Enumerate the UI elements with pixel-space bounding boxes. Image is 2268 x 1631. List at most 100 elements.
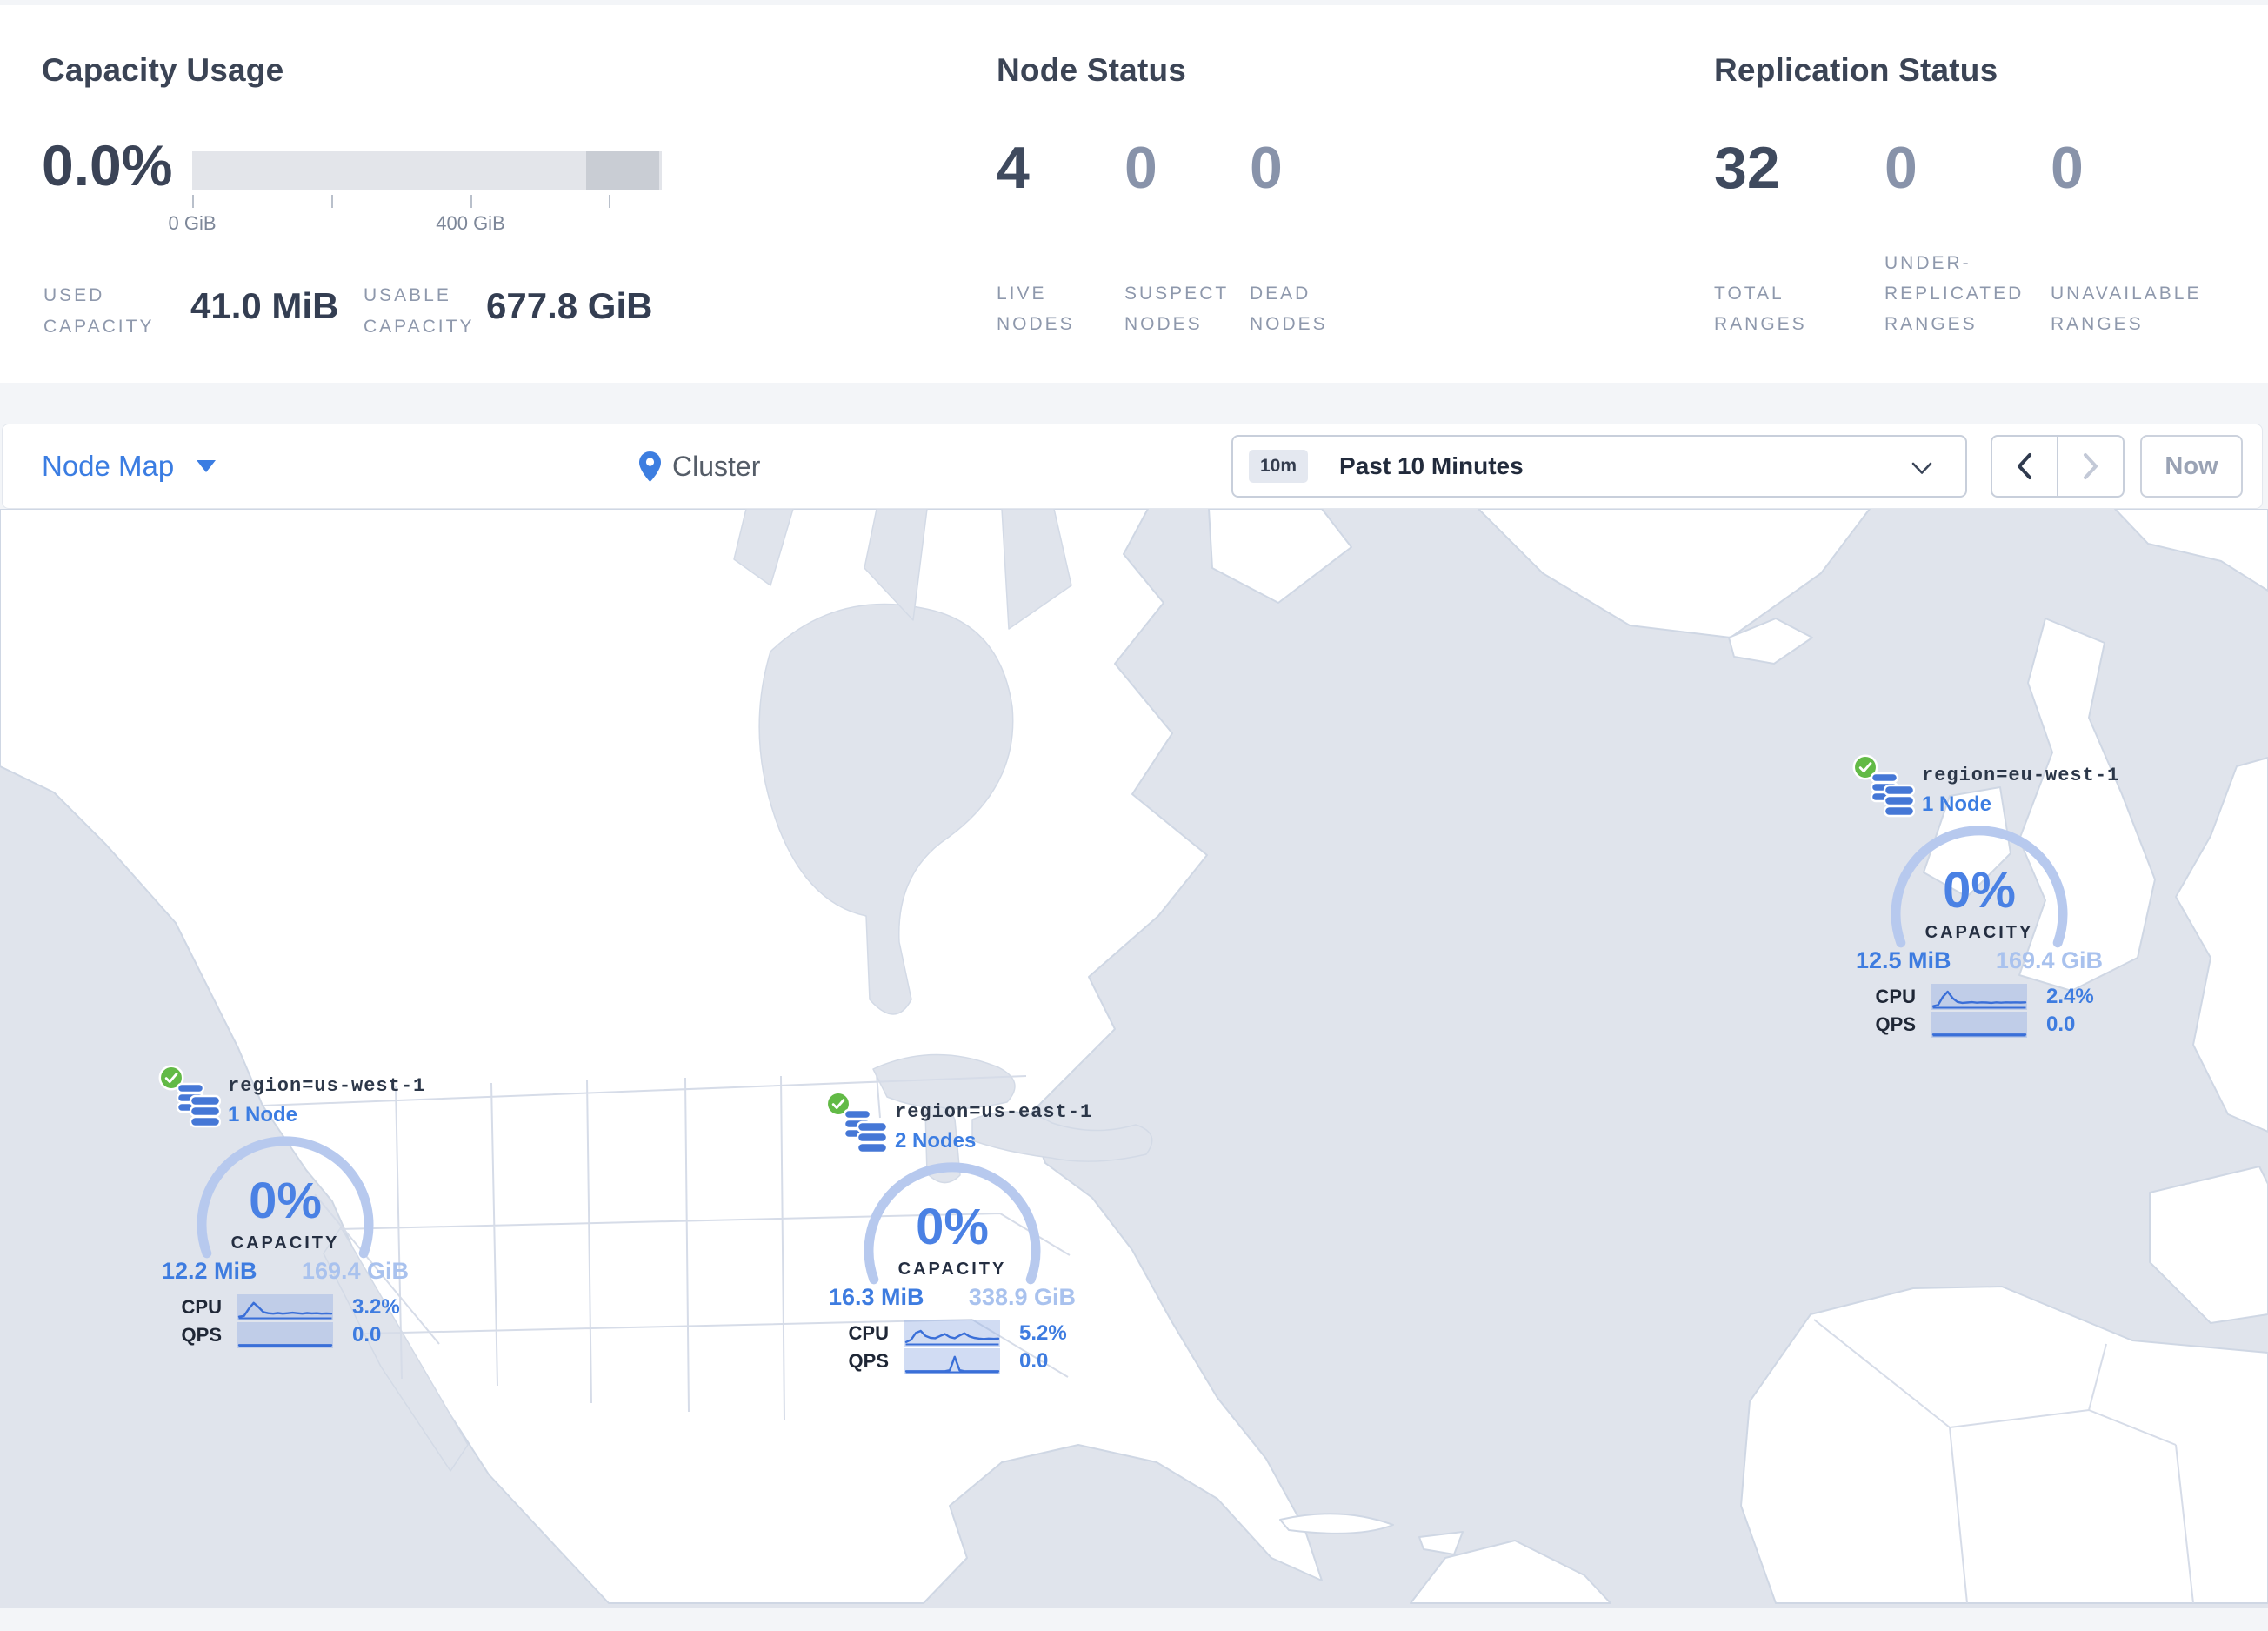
region-usable-capacity: 169.4 GiB (1995, 947, 2103, 973)
cpu-metric-row: CPU 5.2% (806, 1320, 1098, 1347)
usable-capacity-value: 677.8 GiB (486, 285, 653, 326)
region-name: region=us-west-1 (228, 1075, 426, 1097)
dead-nodes-value: 0 (1250, 135, 1283, 201)
time-pager (1991, 435, 2125, 498)
region-card-us-west-1[interactable]: region=us-west-1 1 Node 0% CAPACITY 12.2… (139, 1063, 431, 1359)
region-capacity-caption: CAPACITY (897, 1260, 1007, 1279)
used-capacity-label: USED CAPACITY (43, 285, 155, 337)
region-header: region=us-west-1 1 Node (139, 1063, 431, 1133)
cpu-value: 3.2% (352, 1295, 400, 1319)
bar-tick (609, 195, 610, 208)
region-header: region=us-east-1 2 Nodes (806, 1089, 1098, 1159)
region-node-count: 1 Node (228, 1103, 298, 1126)
breadcrumb[interactable]: Cluster (638, 424, 760, 508)
region-capacity-caption: CAPACITY (1924, 923, 2034, 942)
cpu-value: 2.4% (2046, 985, 2094, 1008)
unavailable-ranges-label: UNAVAILABLE RANGES (2051, 284, 2202, 334)
bar-tick (331, 195, 333, 208)
region-node-count: 1 Node (1922, 792, 1992, 816)
region-used-capacity: 16.3 MiB (829, 1284, 924, 1310)
total-ranges-value: 32 (1714, 135, 1780, 201)
capacity-usage-title: Capacity Usage (42, 52, 284, 88)
region-capacity-values: 12.5 MiB 169.4 GiB (1833, 947, 2125, 974)
unavailable-ranges-value: 0 (2051, 135, 2084, 201)
region-name: region=us-east-1 (895, 1101, 1093, 1123)
live-nodes-value: 4 (997, 135, 1030, 201)
time-range-label: Past 10 Minutes (1339, 452, 1524, 479)
bar-tick-label-0: 0 GiB (168, 212, 217, 234)
under-replicated-ranges-label: UNDER-REPLICATED RANGES (1884, 253, 2025, 334)
land-baffin (1208, 509, 1352, 604)
qps-metric-row: QPS 0.0 (1833, 1012, 2125, 1038)
node-status-title: Node Status (997, 52, 1187, 88)
land-norway (2114, 509, 2268, 592)
view-selector-label: Node Map (42, 450, 175, 482)
database-stack-icon (176, 1082, 221, 1128)
land-hispaniola (1418, 1531, 1464, 1555)
bar-tick-label-400: 400 GiB (436, 212, 505, 234)
time-range-badge: 10m (1249, 450, 1309, 483)
suspect-nodes-label: SUSPECT NODES (1124, 284, 1229, 334)
node-map: region=us-west-1 1 Node 0% CAPACITY 12.2… (0, 509, 2268, 1608)
capacity-percent-value: 0.0% (42, 133, 173, 197)
capacity-usage-bar (192, 151, 662, 190)
land-europe (2175, 757, 2268, 1133)
under-replicated-ranges-value: 0 (1884, 135, 1918, 201)
time-range-dropdown[interactable]: 10m Past 10 Minutes (1231, 435, 1967, 498)
usable-capacity-label: USABLE CAPACITY (364, 285, 475, 337)
chevron-right-icon (2084, 453, 2098, 479)
live-nodes-label: LIVE NODES (997, 284, 1075, 334)
dead-nodes-label: DEAD NODES (1250, 284, 1328, 334)
region-capacity-percent: 0% (1943, 862, 2016, 919)
region-card-us-east-1[interactable]: region=us-east-1 2 Nodes 0% CAPACITY 16.… (806, 1089, 1098, 1385)
chevron-down-icon (197, 460, 217, 472)
qps-sparkline (237, 1322, 333, 1348)
used-capacity-value: 41.0 MiB (190, 285, 339, 326)
chevron-down-icon (1911, 462, 1932, 474)
cpu-metric-row: CPU 2.4% (1833, 984, 2125, 1010)
cpu-metric-row: CPU 3.2% (139, 1294, 431, 1320)
cpu-sparkline (1931, 984, 2027, 1010)
view-selector-dropdown[interactable]: Node Map (42, 424, 217, 508)
cluster-overview-screen: Capacity Usage 0.0% 0 GiB 400 GiB USED C… (0, 0, 2268, 1631)
suspect-nodes-value: 0 (1124, 135, 1157, 201)
qps-metric-row: QPS 0.0 (806, 1348, 1098, 1374)
region-card-eu-west-1[interactable]: region=eu-west-1 1 Node 0% CAPACITY 12.5… (1833, 752, 2125, 1048)
qps-label: QPS (848, 1350, 889, 1372)
footer-strip (0, 1608, 2268, 1631)
region-name: region=eu-west-1 (1922, 765, 2120, 786)
region-usable-capacity: 338.9 GiB (968, 1284, 1076, 1310)
land-africa (1740, 1286, 2268, 1604)
qps-label: QPS (181, 1324, 222, 1346)
now-button[interactable]: Now (2140, 435, 2243, 498)
cpu-label: CPU (181, 1296, 222, 1318)
qps-metric-row: QPS 0.0 (139, 1322, 431, 1348)
cpu-sparkline (904, 1320, 1000, 1347)
region-capacity-percent: 0% (249, 1173, 322, 1229)
land-north-america (0, 509, 1323, 1604)
region-used-capacity: 12.5 MiB (1856, 947, 1951, 973)
qps-value: 0.0 (1019, 1349, 1049, 1373)
region-capacity-percent: 0% (916, 1199, 989, 1255)
database-stack-icon (843, 1108, 888, 1154)
bar-tick (192, 195, 194, 208)
total-ranges-label: TOTAL RANGES (1714, 284, 1807, 334)
cpu-label: CPU (848, 1322, 889, 1344)
map-pin-icon (639, 451, 661, 482)
qps-sparkline (1931, 1012, 2027, 1038)
bar-tick (470, 195, 472, 208)
next-time-button[interactable] (2057, 437, 2123, 496)
map-toolbar: Node Map Cluster 10m Past 10 Minutes Now (2, 424, 2263, 509)
region-used-capacity: 12.2 MiB (162, 1258, 257, 1284)
qps-label: QPS (1875, 1013, 1916, 1035)
region-usable-capacity: 169.4 GiB (301, 1258, 409, 1284)
previous-time-button[interactable] (1992, 437, 2057, 496)
replication-status-title: Replication Status (1714, 52, 1998, 88)
cluster-summary-panel: Capacity Usage 0.0% 0 GiB 400 GiB USED C… (0, 5, 2268, 383)
region-header: region=eu-west-1 1 Node (1833, 752, 2125, 822)
breadcrumb-label: Cluster (672, 450, 761, 482)
capacity-usage-bar-used-segment (586, 151, 659, 190)
world-map (0, 509, 2268, 1604)
region-capacity-values: 12.2 MiB 169.4 GiB (139, 1258, 431, 1285)
region-node-count: 2 Nodes (895, 1129, 977, 1153)
